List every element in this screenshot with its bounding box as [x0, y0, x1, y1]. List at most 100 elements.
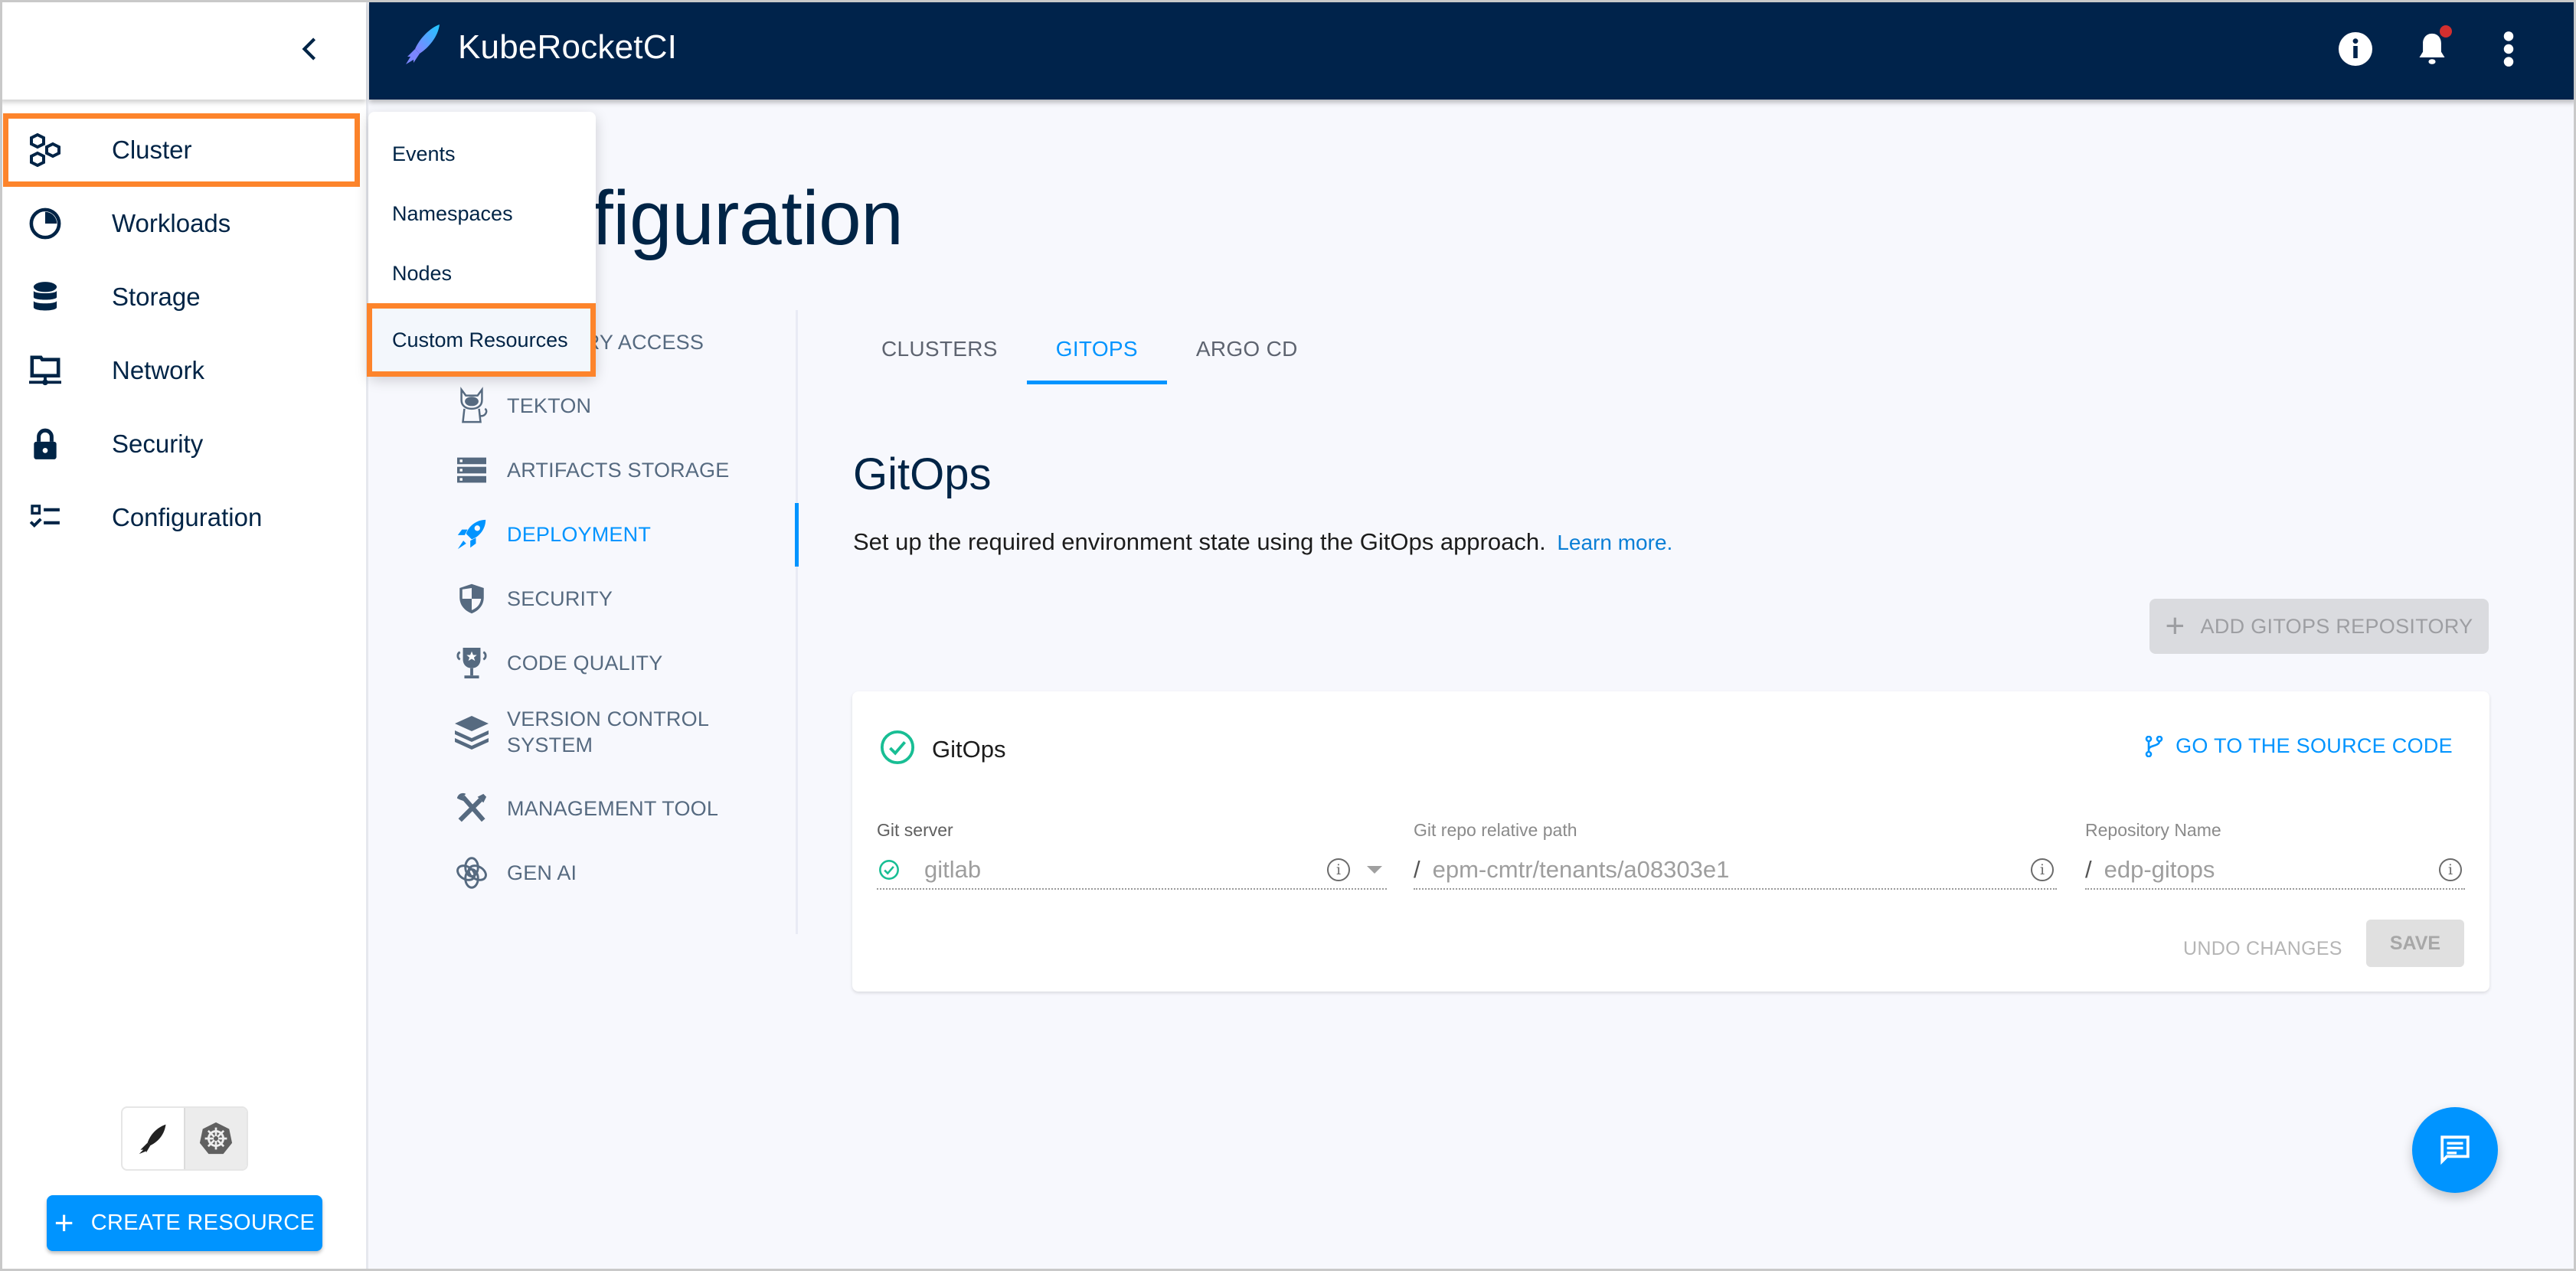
config-nav-label: CODE QUALITY [507, 652, 663, 675]
storage-icon [28, 279, 63, 315]
config-nav-security[interactable]: SECURITY [452, 579, 613, 619]
menu-item-nodes[interactable]: Nodes [368, 243, 596, 303]
notifications-button[interactable] [2411, 25, 2453, 70]
dropdown-caret-icon[interactable] [1367, 866, 1382, 874]
config-nav-tekton[interactable]: TEKTON [452, 386, 591, 426]
layers-icon [452, 712, 492, 752]
info-icon [2339, 32, 2372, 66]
tab-argo-cd[interactable]: ARGO CD [1167, 314, 1327, 384]
config-nav-label: MANAGEMENT TOOL [507, 797, 719, 820]
repository-name-field: Repository Name / edp-gitops i [2085, 820, 2465, 890]
sidebar-item-label: Cluster [112, 136, 192, 164]
learn-more-link[interactable]: Learn more. [1557, 531, 1672, 554]
go-to-source-code-link[interactable]: GO TO THE SOURCE CODE [2145, 734, 2453, 758]
configuration-icon [28, 500, 63, 535]
git-repo-path-input[interactable]: / epm-cmtr/tenants/a08303e1 i [1414, 851, 2057, 890]
shield-icon [452, 579, 492, 619]
status-success-icon [879, 860, 899, 880]
info-button[interactable] [2334, 28, 2377, 70]
sidebar-item-storage[interactable]: Storage [0, 260, 366, 334]
network-icon [28, 353, 63, 388]
git-server-select[interactable]: gitlab i [877, 851, 1387, 890]
path-prefix: / [2085, 856, 2092, 883]
git-branch-icon [2145, 735, 2163, 757]
chevron-left-icon [302, 38, 316, 60]
create-resource-button[interactable]: + CREATE RESOURCE [47, 1195, 322, 1251]
config-nav-management-tool[interactable]: MANAGEMENT TOOL [452, 789, 718, 828]
sidebar-item-security[interactable]: Security [0, 407, 366, 481]
more-vert-icon [2503, 31, 2514, 67]
section-title: GitOps [853, 449, 992, 499]
brand[interactable]: KubeRocketCI [401, 23, 677, 71]
sidebar-item-label: Storage [112, 283, 201, 311]
sidebar-item-label: Workloads [112, 209, 231, 237]
config-nav-gen-ai[interactable]: GEN AI [452, 853, 577, 893]
top-app-bar: KubeRocketCI [369, 0, 2576, 100]
info-icon[interactable]: i [2031, 858, 2054, 881]
config-nav-label: SECURITY [507, 587, 613, 610]
chat-icon [2440, 1135, 2470, 1165]
go-to-source-code-label: GO TO THE SOURCE CODE [2176, 734, 2453, 757]
artifacts-storage-icon [452, 450, 492, 490]
tools-icon [452, 789, 492, 828]
kuberocketci-mode-button[interactable] [123, 1108, 184, 1169]
git-repo-path-field: Git repo relative path / epm-cmtr/tenant… [1414, 820, 2057, 890]
cluster-icon [28, 132, 63, 168]
brand-name: KubeRocketCI [458, 28, 678, 66]
sidebar-item-label: Security [112, 430, 204, 458]
configuration-nav: REGISTRY ACCESS TEKTON ARTIFACTS STORAGE… [452, 310, 798, 934]
repository-name-input[interactable]: / edp-gitops i [2085, 851, 2465, 890]
tab-clusters[interactable]: CLUSTERS [852, 314, 1027, 384]
chat-fab-button[interactable] [2412, 1107, 2498, 1193]
plus-icon: + [54, 1204, 74, 1242]
workloads-icon [28, 206, 63, 241]
config-nav-code-quality[interactable]: CODE QUALITY [452, 643, 662, 683]
trophy-icon [452, 643, 492, 683]
card-title: GitOps [932, 735, 1006, 763]
rocket-icon [452, 515, 492, 554]
repository-name-value: edp-gitops [2104, 856, 2215, 883]
mode-toggle [121, 1106, 248, 1171]
add-gitops-repository-label: ADD GITOPS REPOSITORY [2200, 614, 2473, 638]
gen-ai-icon [452, 853, 492, 893]
git-server-value: gitlab [924, 856, 982, 883]
section-description: Set up the required environment state us… [853, 528, 1672, 556]
add-gitops-repository-button[interactable]: + ADD GITOPS REPOSITORY [2149, 599, 2489, 654]
kubernetes-icon [199, 1122, 233, 1155]
config-nav-label-line2: SYSTEM [507, 734, 593, 756]
info-icon[interactable]: i [2439, 858, 2462, 881]
git-repo-path-label: Git repo relative path [1414, 820, 1577, 840]
path-prefix: / [1414, 856, 1420, 883]
sidebar-nav: Cluster Workloads Storage Network Securi… [0, 113, 366, 554]
sidebar-item-workloads[interactable]: Workloads [0, 187, 366, 260]
menu-item-events[interactable]: Events [368, 124, 596, 184]
sidebar-item-label: Configuration [112, 503, 263, 531]
config-nav-artifacts-storage[interactable]: ARTIFACTS STORAGE [452, 450, 729, 490]
kubernetes-mode-button[interactable] [184, 1108, 247, 1169]
sidebar-item-network[interactable]: Network [0, 334, 366, 407]
more-menu-button[interactable] [2487, 28, 2530, 70]
git-repo-path-value: epm-cmtr/tenants/a08303e1 [1432, 856, 1730, 883]
undo-changes-button[interactable]: UNDO CHANGES [2183, 926, 2342, 972]
cluster-submenu: Events Namespaces Nodes Custom Resources [367, 112, 596, 377]
tekton-icon [452, 386, 492, 426]
config-nav-label: ARTIFACTS STORAGE [507, 459, 730, 482]
create-resource-label: CREATE RESOURCE [90, 1211, 315, 1235]
status-success-icon [880, 730, 915, 769]
config-nav-deployment[interactable]: DEPLOYMENT [452, 515, 651, 554]
config-nav-version-control-system[interactable]: VERSION CONTROL SYSTEM [452, 706, 709, 758]
sidebar-item-configuration[interactable]: Configuration [0, 481, 366, 554]
rocket-icon [139, 1124, 166, 1155]
config-nav-label: TEKTON [507, 394, 592, 417]
collapse-sidebar-button[interactable] [293, 32, 326, 66]
sidebar-item-cluster[interactable]: Cluster [3, 113, 360, 187]
sidebar-item-label: Network [112, 356, 205, 384]
git-server-field: Git server gitlab i [877, 820, 1387, 890]
info-icon[interactable]: i [1327, 858, 1350, 881]
notification-badge [2440, 25, 2452, 38]
description-text: Set up the required environment state us… [853, 528, 1546, 555]
menu-item-custom-resources[interactable]: Custom Resources [367, 303, 596, 377]
menu-item-namespaces[interactable]: Namespaces [368, 184, 596, 243]
tab-gitops[interactable]: GITOPS [1026, 314, 1167, 384]
save-button[interactable]: SAVE [2366, 920, 2464, 967]
